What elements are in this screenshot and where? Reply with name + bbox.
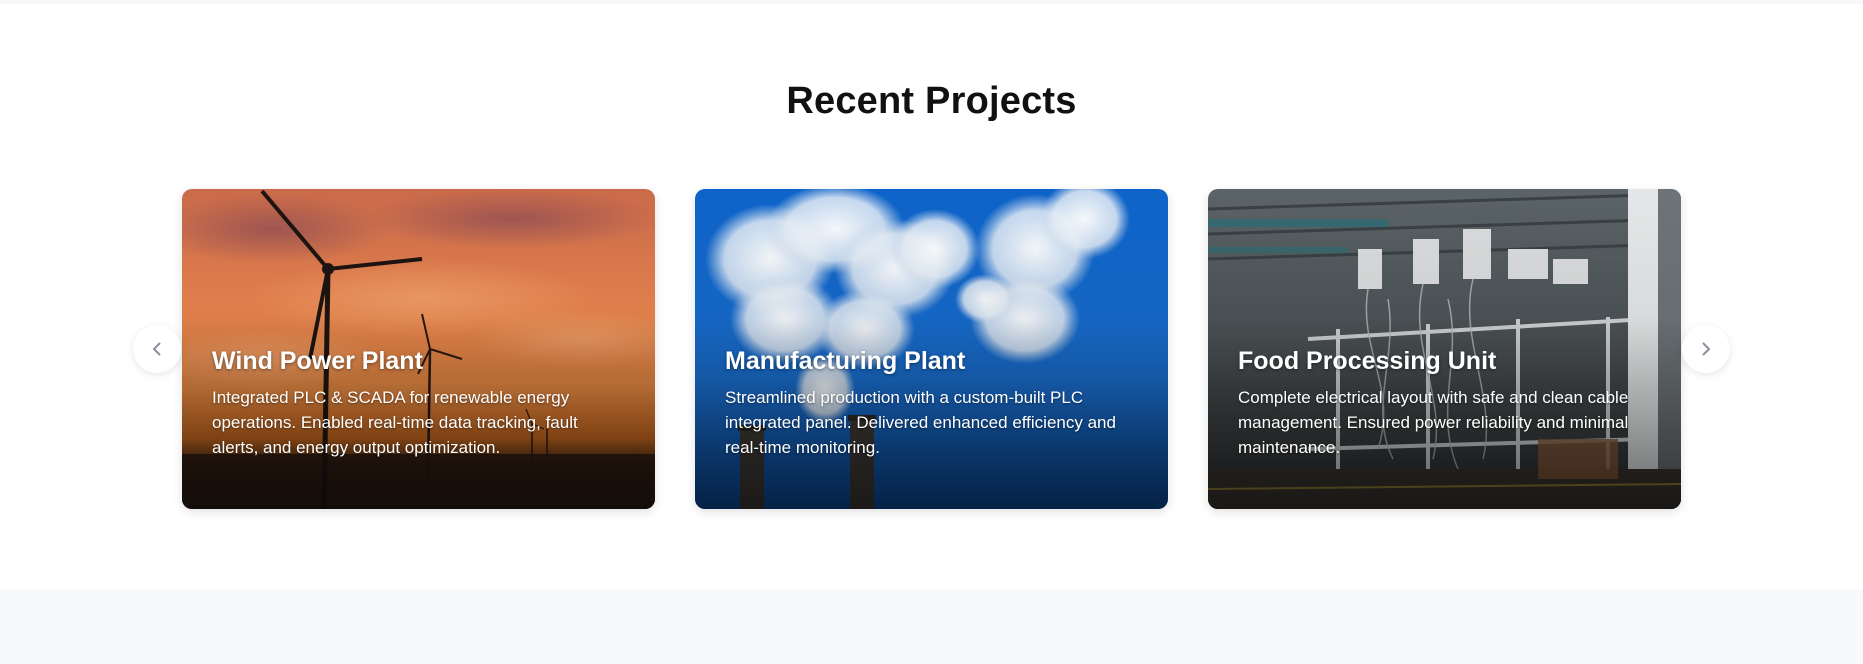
card-text-block: Wind Power Plant Integrated PLC & SCADA … bbox=[212, 346, 627, 460]
project-card-manufacturing-plant[interactable]: Manufacturing Plant Streamlined producti… bbox=[695, 189, 1168, 509]
chevron-right-icon bbox=[1702, 342, 1710, 356]
card-text-block: Food Processing Unit Complete electrical… bbox=[1238, 346, 1653, 460]
card-title: Food Processing Unit bbox=[1238, 347, 1497, 375]
carousel-next-button[interactable] bbox=[1682, 325, 1730, 373]
projects-carousel: Wind Power Plant Integrated PLC & SCADA … bbox=[0, 0, 1863, 589]
card-description: Streamlined production with a custom-bui… bbox=[725, 388, 1116, 457]
project-card-food-processing-unit[interactable]: Food Processing Unit Complete electrical… bbox=[1208, 189, 1681, 509]
card-title: Wind Power Plant bbox=[212, 347, 423, 375]
card-description: Complete electrical layout with safe and… bbox=[1238, 388, 1629, 457]
chevron-left-icon bbox=[153, 342, 161, 356]
card-description: Integrated PLC & SCADA for renewable ene… bbox=[212, 388, 578, 457]
carousel-prev-button[interactable] bbox=[133, 325, 181, 373]
project-card-wind-power-plant[interactable]: Wind Power Plant Integrated PLC & SCADA … bbox=[182, 189, 655, 509]
next-section-band bbox=[0, 589, 1863, 664]
card-title: Manufacturing Plant bbox=[725, 347, 966, 375]
card-text-block: Manufacturing Plant Streamlined producti… bbox=[725, 346, 1140, 460]
